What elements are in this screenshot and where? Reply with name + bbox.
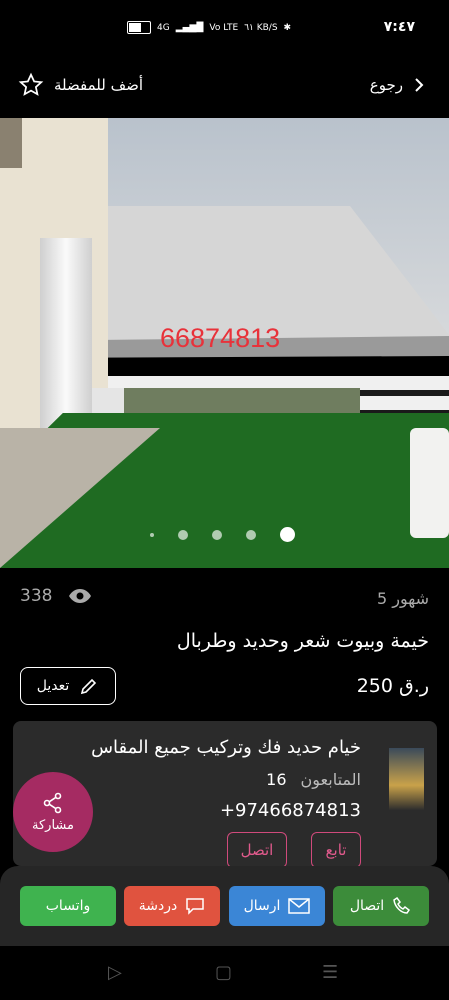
carousel-dot-active[interactable] [280,527,295,542]
listing-age: 5 شهور [376,589,429,608]
views-count: 338 [20,586,92,606]
phone-icon [393,896,411,914]
seller-name[interactable]: خيام حديد فك وتركيب جميع المقاس [91,737,361,758]
whatsapp-button[interactable]: واتساب [20,886,116,926]
bluetooth-icon: ✱ [283,22,292,33]
views-number: 338 [20,586,53,606]
status-icons: 4G ▂▄▆█ Vo LTE ٦١ KB/S ✱ [127,21,291,34]
send-button[interactable]: ارسال [229,886,325,926]
network-label: 4G [157,22,170,33]
chevron-right-icon [415,78,424,92]
followers-count: 16 [266,770,287,789]
volte-label: Vo LTE [209,22,239,33]
listing-title: خيمة وبيوت شعر وحديد وطربال [176,630,429,652]
carousel-dot[interactable] [178,529,188,540]
seller-followers: المتابعون 16 [266,770,361,789]
envelope-icon [288,898,311,914]
menu-icon[interactable]: ☰ [322,962,338,983]
edit-button[interactable]: تعديل [20,667,116,705]
carousel-dots [150,527,295,542]
battery-icon [127,21,151,34]
listing-price: 250 ر.ق [356,675,429,697]
add-favorite-button[interactable]: أضف للمفضلة [18,72,143,98]
signal-icon: ▂▄▆█ [175,22,204,33]
planter [410,428,449,538]
carousel-dot[interactable] [150,532,154,537]
call-label: اتصال [349,898,385,914]
follow-button[interactable]: تابع [311,832,361,868]
eye-icon [69,589,92,603]
carousel-dot[interactable] [212,529,222,540]
chat-button[interactable]: دردشة [124,886,220,926]
chat-bubble-icon [186,898,204,915]
listing-photo[interactable]: 66874813 [0,118,449,568]
photo-watermark: 66874813 [160,323,281,353]
whatsapp-label: واتساب [45,898,91,914]
speed-label: ٦١ KB/S [244,22,278,33]
back-button[interactable]: رجوع [370,76,425,94]
seller-phone[interactable]: +97466874813 [220,800,361,821]
star-icon [18,72,44,96]
seller-avatar[interactable] [389,748,424,810]
status-bar: 4G ▂▄▆█ Vo LTE ٦١ KB/S ✱ ٧:٤٧ [0,0,449,58]
chat-label: دردشة [138,898,178,914]
followers-label: المتابعون [300,770,361,789]
follow-label: تابع [325,841,347,859]
pencil-icon [81,678,97,695]
share-label: مشاركة [32,817,74,833]
share-button[interactable]: مشاركة [13,772,93,852]
share-icon [43,792,62,813]
add-favorite-label: أضف للمفضلة [54,76,144,94]
top-nav: أضف للمفضلة رجوع [0,62,449,112]
status-time: ٧:٤٧ [383,19,415,35]
back-triangle-icon[interactable]: ▷ [108,962,122,983]
send-label: ارسال [243,898,281,914]
contact-label: اتصل [240,841,274,859]
home-square-icon[interactable]: ▢ [215,962,232,983]
call-button[interactable]: اتصال [333,886,429,926]
contact-button[interactable]: اتصل [227,832,287,868]
edit-label: تعديل [36,678,70,694]
carousel-dot[interactable] [246,529,256,540]
system-nav: ▷ ▢ ☰ [0,946,449,1000]
back-label: رجوع [369,76,403,94]
